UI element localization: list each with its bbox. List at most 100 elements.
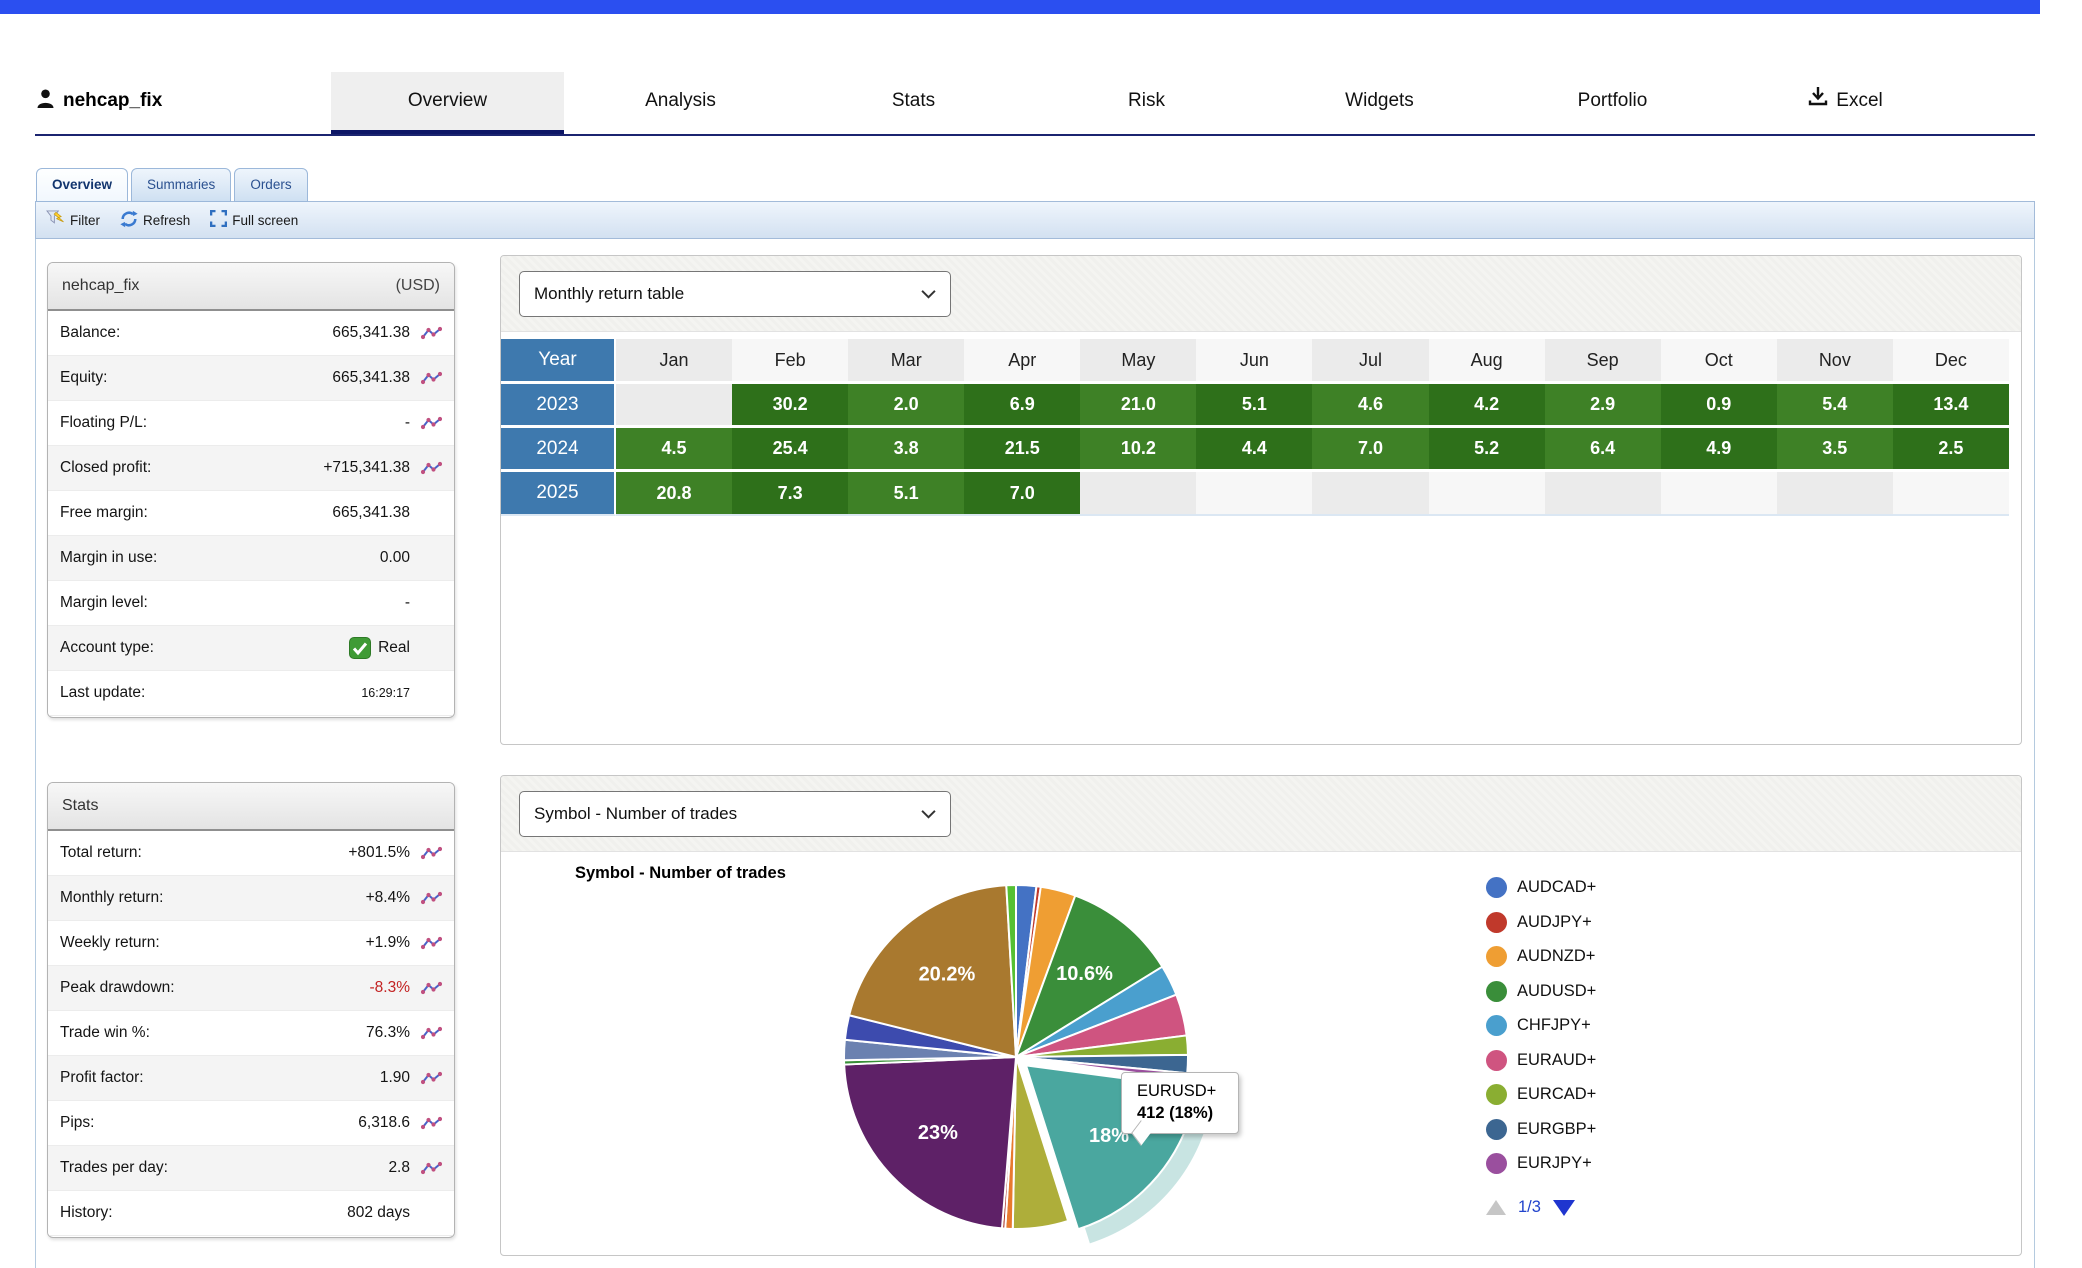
row-label: Trades per day: — [60, 1159, 388, 1177]
month-return-cell — [1777, 472, 1893, 516]
month-return-cell: 4.6 — [1312, 384, 1428, 428]
tab-label: Excel — [1836, 72, 1882, 130]
account-rows: Balance:665,341.38Equity:665,341.38Float… — [48, 311, 454, 716]
sparkline-icon[interactable] — [421, 371, 442, 386]
table-row: Trades per day:2.8 — [48, 1146, 454, 1191]
month-return-cell — [1312, 472, 1428, 516]
monthly-view-select[interactable]: Monthly return table — [519, 271, 951, 317]
tab-excel[interactable]: Excel — [1729, 72, 1962, 130]
subtab-overview[interactable]: Overview — [36, 168, 128, 202]
table-row: Trade win %:76.3% — [48, 1011, 454, 1056]
row-value: 16:29:17 — [361, 686, 410, 700]
filter-button[interactable]: Filter — [46, 210, 100, 230]
tab-analysis[interactable]: Analysis — [564, 72, 797, 130]
username: nehcap_fix — [63, 90, 162, 112]
sparkline-icon[interactable] — [421, 936, 442, 951]
row-value: 665,341.38 — [332, 324, 410, 342]
row-value: 6,318.6 — [358, 1114, 410, 1132]
tab-stats[interactable]: Stats — [797, 72, 1030, 130]
legend-item[interactable]: EURGBP+ — [1486, 1119, 1596, 1140]
row-value: 0.00 — [380, 549, 410, 567]
subtab-summaries[interactable]: Summaries — [131, 168, 231, 202]
table-row: Margin in use:0.00 — [48, 536, 454, 581]
sparkline-icon[interactable] — [421, 1116, 442, 1131]
row-label: Peak drawdown: — [60, 979, 370, 997]
table-row: Account type:Real — [48, 626, 454, 671]
pie-view-select[interactable]: Symbol - Number of trades — [519, 791, 951, 837]
tab-widgets[interactable]: Widgets — [1263, 72, 1496, 130]
legend-item[interactable]: CHFJPY+ — [1486, 1015, 1596, 1036]
tab-label: Overview — [408, 72, 487, 130]
toolbar: Filter Refresh Full screen — [35, 201, 2035, 239]
download-icon — [1808, 72, 1828, 130]
fullscreen-button[interactable]: Full screen — [210, 210, 298, 230]
user-block[interactable]: nehcap_fix — [35, 72, 331, 130]
row-value: 665,341.38 — [332, 504, 410, 522]
table-row: Pips:6,318.6 — [48, 1101, 454, 1146]
legend-dot — [1486, 877, 1507, 898]
month-return-cell: 10.2 — [1080, 428, 1196, 472]
row-value: Real — [378, 639, 410, 657]
pie-tooltip: EURUSD+ 412 (18%) — [1121, 1072, 1239, 1134]
legend-page-indicator[interactable]: 1/3 — [1518, 1198, 1541, 1217]
legend-page-down-icon[interactable] — [1553, 1200, 1575, 1216]
row-value: 802 days — [347, 1204, 410, 1222]
month-return-cell — [1661, 472, 1777, 516]
legend-item[interactable]: EURJPY+ — [1486, 1153, 1596, 1174]
sparkline-icon[interactable] — [421, 326, 442, 341]
legend-label: AUDJPY+ — [1517, 913, 1592, 932]
month-return-cell: 7.0 — [964, 472, 1080, 516]
legend-item[interactable]: AUDCAD+ — [1486, 877, 1596, 898]
table-row: 202520.87.35.17.0 — [501, 472, 2009, 516]
sparkline-icon[interactable] — [421, 981, 442, 996]
legend-label: EURAUD+ — [1517, 1051, 1596, 1070]
legend-label: AUDNZD+ — [1517, 947, 1595, 966]
subtab-orders[interactable]: Orders — [234, 168, 307, 202]
legend-item[interactable]: EURAUD+ — [1486, 1050, 1596, 1071]
refresh-label: Refresh — [143, 213, 190, 228]
month-return-cell: 4.4 — [1196, 428, 1312, 472]
pie-chart[interactable]: 10.6%18%23%20.2% — [501, 856, 1461, 1256]
refresh-button[interactable]: Refresh — [120, 210, 190, 231]
row-label: Pips: — [60, 1114, 358, 1132]
tab-label: Portfolio — [1578, 72, 1648, 130]
legend-item[interactable]: AUDUSD+ — [1486, 981, 1596, 1002]
pie-slice-label: 20.2% — [919, 964, 976, 986]
page: nehcap_fix Overview Analysis Stats Risk … — [0, 0, 2082, 1268]
tooltip-symbol: EURUSD+ — [1137, 1082, 1223, 1101]
sparkline-icon[interactable] — [421, 891, 442, 906]
tab-overview[interactable]: Overview — [331, 72, 564, 130]
row-label: Free margin: — [60, 504, 332, 522]
sparkline-icon[interactable] — [421, 846, 442, 861]
table-row: Floating P/L:- — [48, 401, 454, 446]
tab-risk[interactable]: Risk — [1030, 72, 1263, 130]
account-panel-header: nehcap_fix (USD) — [48, 263, 454, 311]
row-value: +1.9% — [366, 934, 410, 952]
row-label: Balance: — [60, 324, 332, 342]
month-return-cell — [1893, 472, 2009, 516]
sparkline-icon[interactable] — [421, 1026, 442, 1041]
sub-tabs: Overview Summaries Orders — [36, 168, 308, 202]
legend-item[interactable]: AUDNZD+ — [1486, 946, 1596, 967]
legend-item[interactable]: EURCAD+ — [1486, 1084, 1596, 1105]
legend-item[interactable]: AUDJPY+ — [1486, 912, 1596, 933]
tab-label: Widgets — [1345, 72, 1414, 130]
sparkline-icon[interactable] — [421, 461, 442, 476]
month-return-cell: 4.9 — [1661, 428, 1777, 472]
tab-portfolio[interactable]: Portfolio — [1496, 72, 1729, 130]
legend-label: AUDCAD+ — [1517, 878, 1596, 897]
filter-icon — [46, 210, 65, 230]
legend-label: CHFJPY+ — [1517, 1016, 1591, 1035]
check-icon — [349, 637, 371, 659]
sparkline-icon[interactable] — [421, 1161, 442, 1176]
legend-page-up-icon[interactable] — [1486, 1200, 1506, 1215]
sparkline-icon[interactable] — [421, 416, 442, 431]
month-return-cell: 3.8 — [848, 428, 964, 472]
account-panel: nehcap_fix (USD) Balance:665,341.38Equit… — [47, 262, 455, 718]
symbol-trades-panel: Symbol - Number of trades Symbol - Numbe… — [500, 775, 2022, 1256]
row-label: Margin level: — [60, 594, 405, 612]
month-return-cell: 5.1 — [1196, 384, 1312, 428]
row-label: Closed profit: — [60, 459, 323, 477]
sparkline-icon[interactable] — [421, 1071, 442, 1086]
month-return-cell — [1429, 472, 1545, 516]
